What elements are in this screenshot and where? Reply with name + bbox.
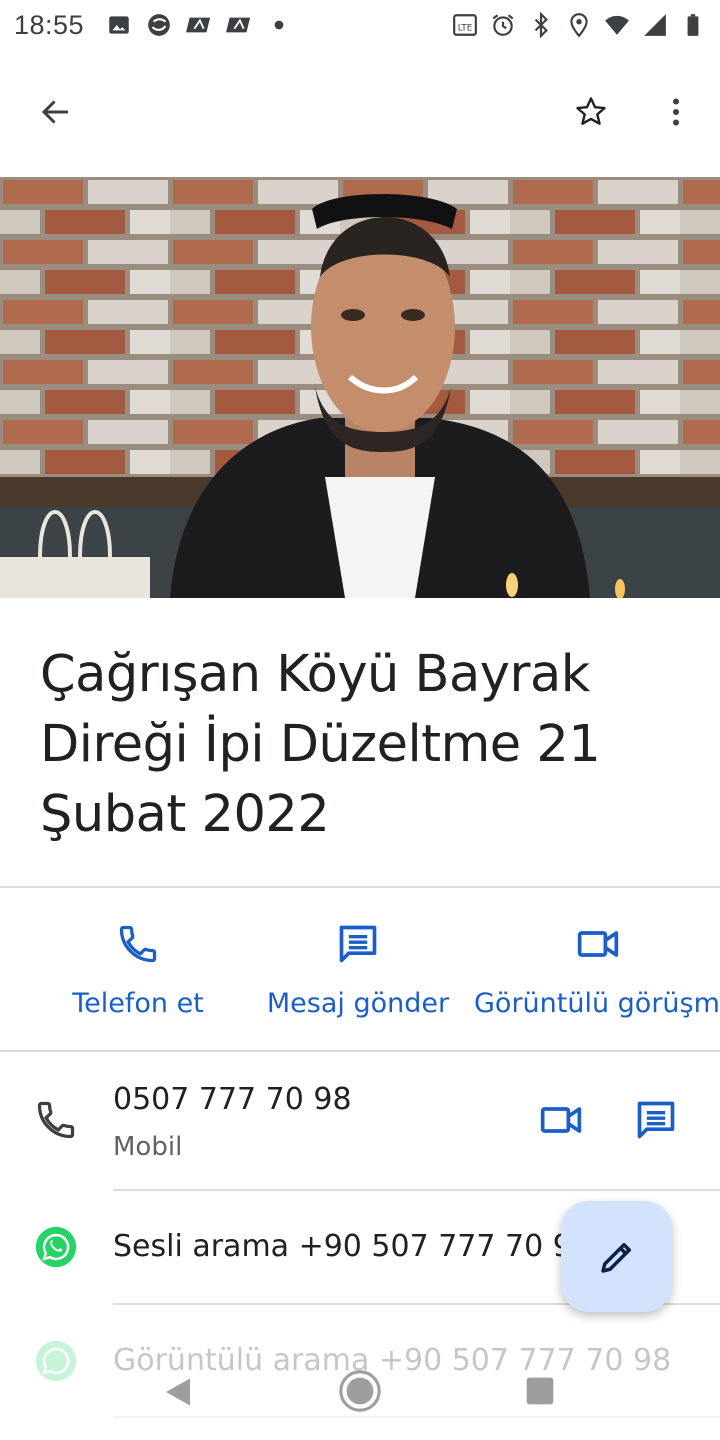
edit-contact-button[interactable] [561, 1201, 672, 1312]
message-label: Mesaj gönder [266, 988, 450, 1019]
status-notification-icons [106, 12, 292, 38]
volte-icon: LTE [452, 12, 478, 38]
alarm-icon [490, 12, 516, 38]
more-vert-icon[interactable] [648, 84, 704, 140]
whatsapp-voice-call[interactable]: Sesli arama +90 507 777 70 98 [113, 1229, 591, 1264]
divider [0, 1050, 720, 1052]
star-outline-icon[interactable] [563, 84, 619, 140]
edit-pencil-icon [600, 1242, 631, 1273]
signal-icon [642, 12, 668, 38]
dot-icon [266, 12, 292, 38]
wifi-icon [604, 12, 630, 38]
phone-number[interactable]: 0507 777 70 98 [113, 1082, 352, 1117]
contact-photo [0, 177, 720, 598]
image-icon [106, 12, 132, 38]
phone-type-label: Mobil [113, 1132, 183, 1162]
whatsapp-icon [30, 1221, 82, 1273]
video-call-label: Görüntülü görüşme [474, 988, 720, 1019]
phone-icon [30, 1094, 82, 1146]
message-icon[interactable] [630, 1094, 682, 1146]
message-icon [334, 920, 382, 968]
message-button[interactable]: Mesaj gönder [258, 890, 458, 1050]
phone-icon [114, 920, 162, 968]
location-icon [566, 12, 592, 38]
nav-back-icon[interactable] [158, 1372, 198, 1412]
app-bar [0, 60, 720, 164]
bluetooth-icon [528, 12, 554, 38]
battery-icon [680, 12, 706, 38]
back-arrow-icon[interactable] [28, 84, 84, 140]
system-navigation-bar [0, 1350, 720, 1440]
video-call-button[interactable]: Görüntülü görüşme [474, 890, 720, 1050]
nav-home-icon[interactable] [337, 1368, 383, 1414]
contact-name: Çağrışan Köyü Bayrak Direği İpi Düzeltme… [40, 645, 601, 844]
quick-actions: Telefon et Mesaj gönder Görüntülü görüşm… [0, 890, 720, 1050]
voice-icon [226, 12, 252, 38]
status-bar: 18:55 LTE [0, 0, 720, 50]
status-system-icons: LTE [452, 12, 706, 38]
voice-icon [186, 12, 212, 38]
turkcell-icon [146, 12, 172, 38]
videocam-icon [574, 920, 622, 968]
call-button[interactable]: Telefon et [58, 890, 218, 1050]
call-label: Telefon et [72, 988, 204, 1019]
nav-recents-icon[interactable] [524, 1375, 556, 1407]
videocam-icon[interactable] [535, 1094, 587, 1146]
status-time: 18:55 [14, 9, 85, 40]
svg-text:LTE: LTE [458, 23, 472, 33]
divider [113, 1189, 720, 1191]
divider [0, 886, 720, 888]
